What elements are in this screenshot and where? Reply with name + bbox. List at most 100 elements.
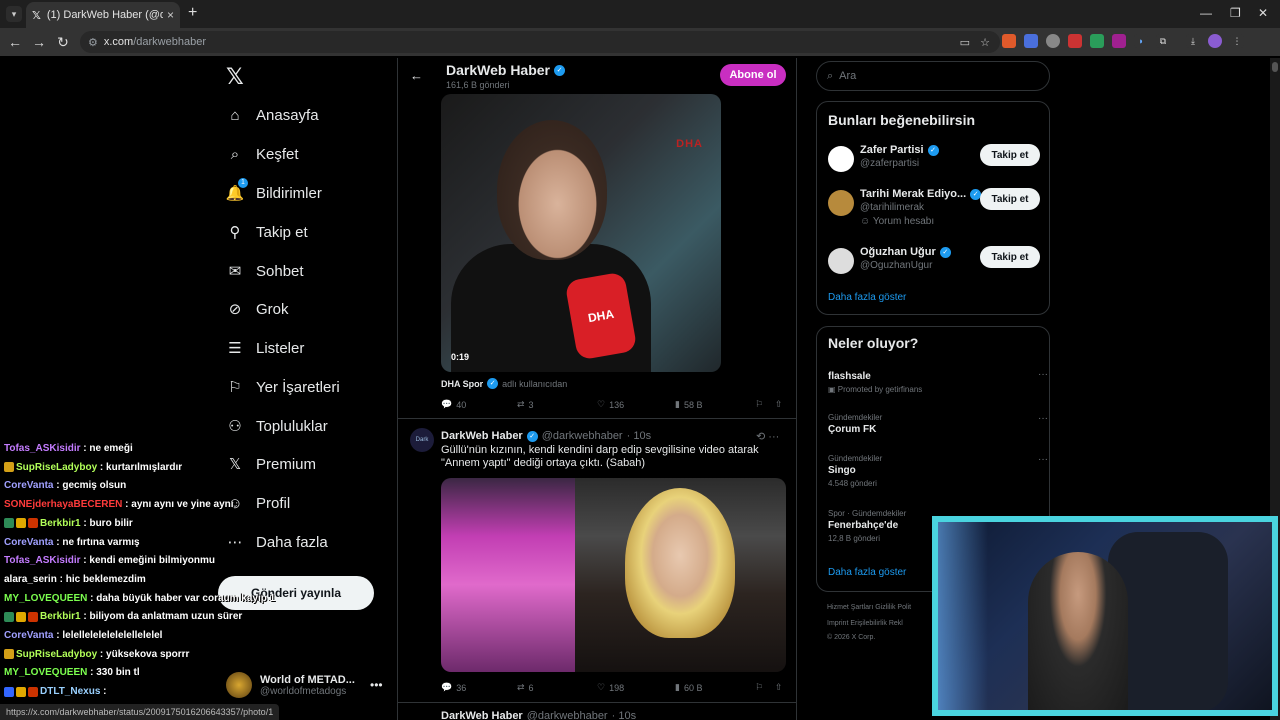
nav-item[interactable]: ⊘ Grok — [226, 300, 289, 319]
download-icon[interactable]: ⤓ — [1186, 34, 1200, 48]
more-icon[interactable]: ··· — [768, 431, 779, 443]
verified-badge-icon: ✓ — [927, 144, 939, 156]
nav-item[interactable]: ⚇ Topluluklar — [226, 417, 327, 436]
tweet-author-name[interactable]: DarkWeb Haber — [441, 710, 523, 720]
nav-item-label: Grok — [256, 300, 289, 318]
more-icon[interactable]: ··· — [1038, 413, 1048, 424]
reload-icon[interactable]: ↻ — [51, 34, 75, 51]
grok-icon[interactable]: ⟲ — [756, 431, 765, 443]
bookmark-icon[interactable]: ⚐ — [755, 399, 775, 410]
minimize-button[interactable]: — — [1200, 6, 1212, 20]
heart-icon: ♡ — [597, 399, 606, 409]
reply-icon: 💬 — [441, 399, 453, 409]
like-button[interactable]: ♡ 198 — [597, 682, 675, 693]
tweet-time[interactable]: · 10s — [612, 710, 636, 720]
nav-item[interactable]: ☰ Listeler — [226, 339, 305, 358]
grok-icon: ⊘ — [228, 301, 242, 318]
views-button[interactable]: ▮ 60 B — [675, 682, 755, 693]
subscribe-button[interactable]: Abone ol — [720, 64, 786, 86]
streamer — [1028, 552, 1128, 710]
x-logo-icon[interactable]: 𝕏 — [226, 64, 244, 90]
bookmark-icon[interactable]: ⚐ — [755, 682, 775, 693]
follow-button[interactable]: Takip et — [980, 144, 1040, 166]
scrollbar-thumb[interactable] — [1272, 62, 1278, 72]
extension-icon-1[interactable] — [1002, 34, 1016, 48]
forward-arrow-icon[interactable]: → — [27, 34, 51, 50]
repost-button[interactable]: ⇄ 6 — [517, 682, 597, 693]
extension-icon-3[interactable] — [1046, 34, 1060, 48]
nav-item[interactable]: ⌕ Keşfet — [226, 145, 299, 163]
nav-item[interactable]: ⚐ Yer İşaretleri — [226, 378, 339, 397]
reply-button[interactable]: 💬 40 — [441, 399, 517, 410]
footer-links[interactable]: Hizmet Şartları Gizlilik Polit — [827, 604, 911, 611]
nav-item[interactable]: ⚲ Takip et — [226, 223, 308, 242]
tweet-author-name[interactable]: DarkWeb Haber — [441, 430, 523, 442]
cast-icon[interactable]: ▭ — [960, 36, 970, 49]
chat-message: Berkbir1 : buro bilir — [4, 515, 304, 534]
maximize-button[interactable]: ❐ — [1230, 6, 1241, 20]
show-more-link[interactable]: Daha fazla göster — [828, 292, 906, 303]
address-bar[interactable]: ⚙ x.com/darkwebhaber ▭ ☆ — [80, 31, 1000, 53]
extension-icon-2[interactable] — [1024, 34, 1038, 48]
tweet-time[interactable]: · 10s — [627, 430, 651, 442]
tweet-photo[interactable] — [441, 478, 786, 672]
follow-suggestion[interactable]: Oğuzhan Uğur ✓ @OguzhanUgur Takip et — [828, 246, 1050, 282]
search-input[interactable]: ⌕ Ara — [816, 61, 1050, 91]
nav-item-label: Listeler — [256, 339, 305, 357]
tweet-author-handle[interactable]: @darkwebhaber — [542, 430, 623, 442]
nav-item[interactable]: ⌂ Anasayfa — [226, 106, 319, 124]
account-more-icon[interactable]: ••• — [370, 678, 383, 692]
mail-icon: ✉ — [228, 263, 242, 280]
views-button[interactable]: ▮ 58 B — [675, 399, 755, 410]
repost-icon: ⇄ — [517, 682, 525, 692]
trend-item[interactable]: flashsale ▣ Promoted by getirfinans ··· — [828, 369, 1048, 394]
tweet-author-handle[interactable]: @darkwebhaber — [527, 710, 608, 720]
tweet-avatar[interactable]: Dark — [410, 428, 434, 452]
search-icon: ⌕ — [827, 69, 834, 82]
post-count: 161,6 B gönderi — [446, 80, 510, 90]
browser-menu-icon[interactable]: ⋮ — [1230, 34, 1244, 48]
tab-search-button[interactable]: ▾ — [6, 6, 22, 22]
trend-item[interactable]: Gündemdekiler Çorum FK ··· — [828, 413, 1048, 435]
share-icon[interactable]: ⇧ — [775, 399, 783, 410]
browser-tab-active[interactable]: 𝕏 (1) DarkWeb Haber (@darkweb... × — [26, 2, 180, 28]
nav-item[interactable]: ✉ Sohbet — [226, 262, 304, 281]
more-icon[interactable]: ··· — [1038, 454, 1048, 465]
chat-text: aynı aynı ve yine aynı — [131, 499, 234, 511]
site-info-icon[interactable]: ⚙ — [88, 36, 98, 49]
source-name[interactable]: DHA Spor — [441, 379, 483, 389]
reply-button[interactable]: 💬 36 — [441, 682, 517, 693]
share-icon[interactable]: ⇧ — [775, 682, 783, 693]
back-arrow-icon[interactable]: ← — [3, 34, 27, 50]
tweet-header: DarkWeb Haber ✓ @darkwebhaber · 10s — [441, 430, 651, 442]
follow-suggestion[interactable]: Tarihi Merak Ediyo... ✓ @tarihilimerak ☺ … — [828, 188, 1050, 232]
nav-item-label: Anasayfa — [256, 106, 319, 124]
video-logo: DHA — [676, 138, 703, 150]
show-more-link[interactable]: Daha fazla göster — [828, 567, 906, 578]
extensions-puzzle-icon[interactable]: ⧉ — [1156, 34, 1170, 48]
suggestion-handle: @tarihilimerak — [860, 202, 925, 213]
extension-icon-4[interactable] — [1068, 34, 1082, 48]
footer-links[interactable]: Imprint Erişilebilirlik Rekl — [827, 620, 903, 627]
chat-text: kendi emeğini bilmiyonmu — [89, 555, 215, 567]
new-tab-button[interactable]: + — [188, 4, 197, 22]
extension-icon-5[interactable] — [1090, 34, 1104, 48]
follow-button[interactable]: Takip et — [980, 188, 1040, 210]
follow-suggestion[interactable]: Zafer Partisi ✓ @zaferpartisi Takip et — [828, 144, 1050, 180]
extension-icon-7[interactable]: ◗ — [1134, 34, 1148, 48]
close-tab-icon[interactable]: × — [167, 8, 174, 22]
extension-icon-6[interactable] — [1112, 34, 1126, 48]
more-icon[interactable]: ··· — [1038, 369, 1048, 380]
bookmark-star-icon[interactable]: ☆ — [980, 36, 990, 49]
back-arrow-icon[interactable]: ← — [410, 68, 423, 83]
tweet-video[interactable]: DHA DHA 0:19 — [441, 94, 721, 372]
trend-item[interactable]: Gündemdekiler Singo 4.548 gönderi ··· — [828, 454, 1048, 488]
profile-avatar-icon[interactable] — [1208, 34, 1222, 48]
close-window-button[interactable]: ✕ — [1258, 6, 1268, 20]
follow-button[interactable]: Takip et — [980, 246, 1040, 268]
like-button[interactable]: ♡ 136 — [597, 399, 675, 410]
nav-item-label: Sohbet — [256, 262, 304, 280]
repost-button[interactable]: ⇄ 3 — [517, 399, 597, 410]
chat-text: ne fırtına varmış — [62, 536, 140, 548]
nav-item[interactable]: 🔔 1 Bildirimler — [226, 178, 322, 202]
